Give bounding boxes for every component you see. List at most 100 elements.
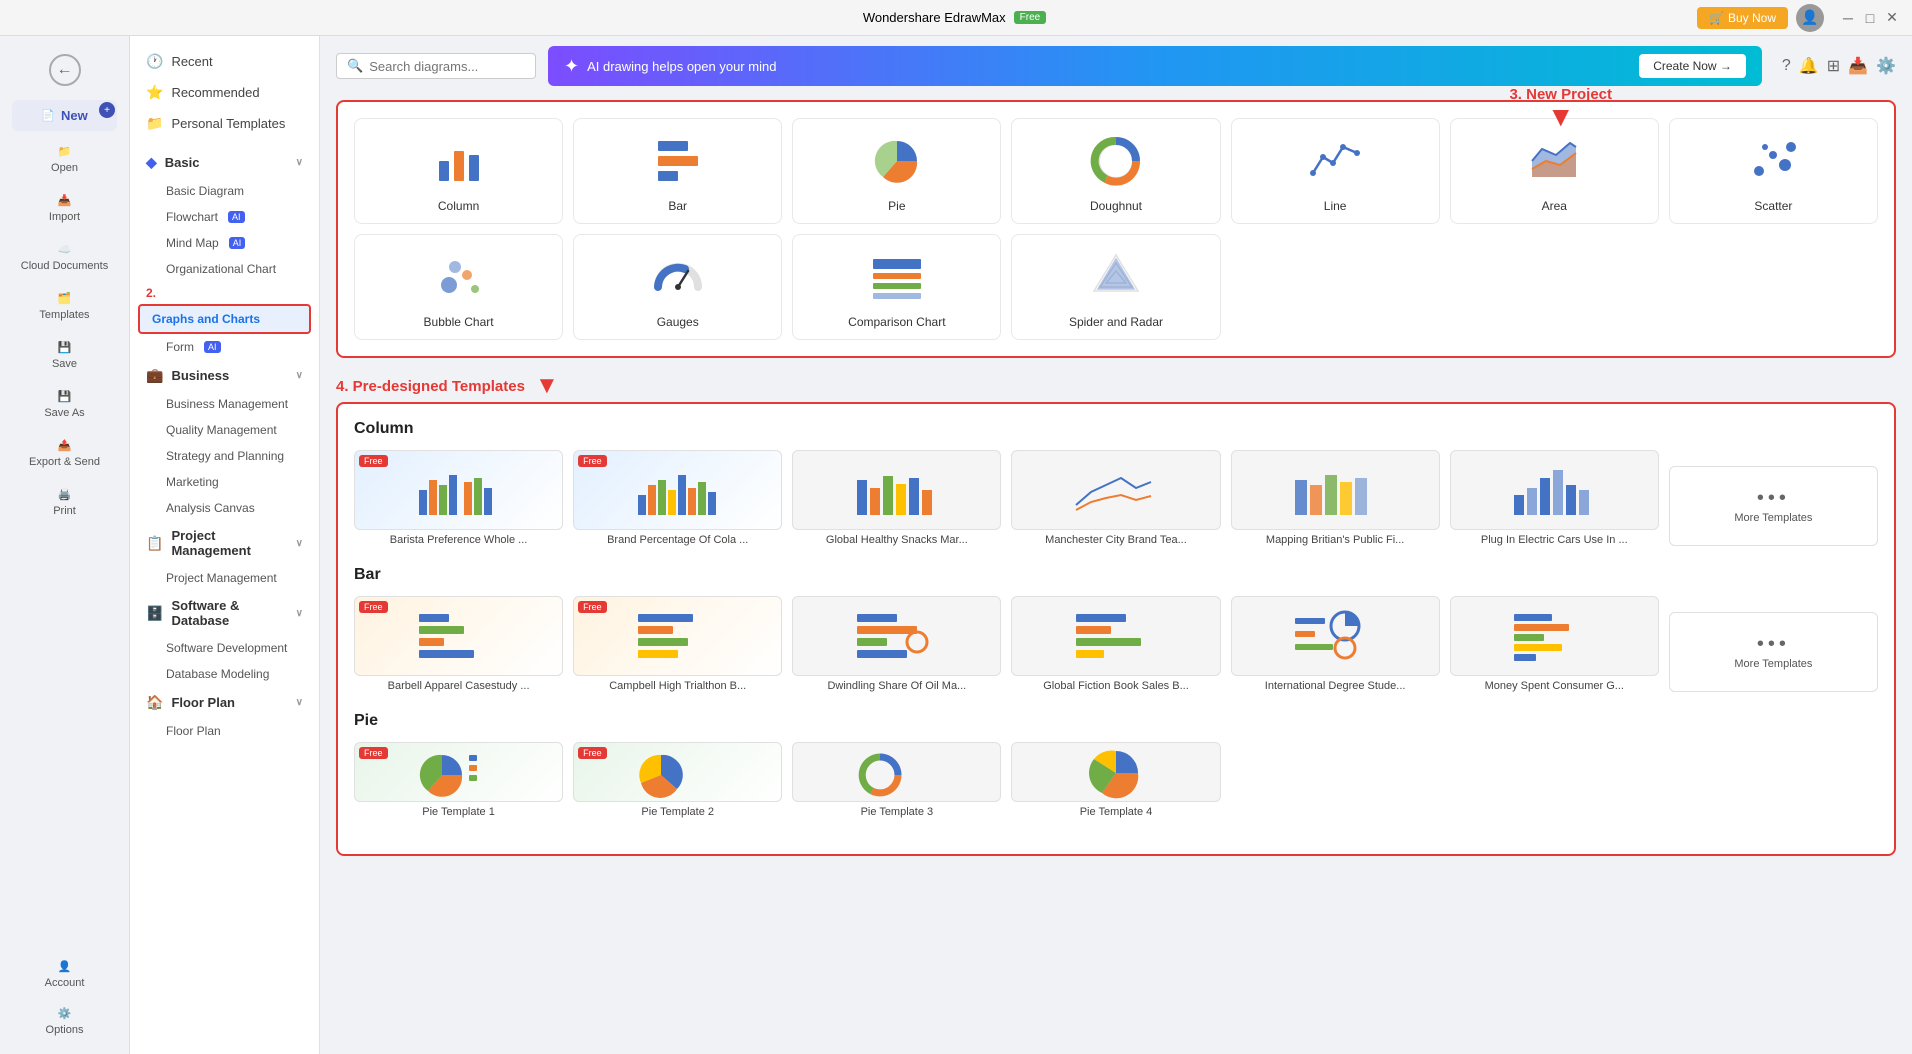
more-templates-bar[interactable]: ••• More Templates [1669, 612, 1878, 692]
new-icon: 📄 [41, 109, 55, 122]
chart-type-area[interactable]: Area [1450, 118, 1659, 224]
nav-sub-form[interactable]: Form AI [130, 334, 319, 360]
buy-now-button[interactable]: 🛒 Buy Now [1697, 7, 1788, 29]
sidebar-item-save[interactable]: 💾 Save [6, 333, 123, 378]
intl-degree-thumb [1231, 596, 1440, 676]
area-chart-icon [1526, 133, 1582, 189]
template-plugin-cars[interactable]: Plug In Electric Cars Use In ... [1450, 450, 1659, 546]
chart-type-pie[interactable]: Pie [792, 118, 1001, 224]
search-box[interactable]: 🔍 [336, 53, 536, 79]
template-barbell[interactable]: Free Barbell Apparel Casestudy ... [354, 596, 563, 692]
settings-icon[interactable]: ⚙️ [1876, 56, 1896, 76]
sidebar-item-export[interactable]: 📤 Export & Send [6, 431, 123, 476]
maximize-button[interactable]: □ [1862, 10, 1878, 26]
nav-sub-quality[interactable]: Quality Management [130, 417, 319, 443]
sidebar-item-save-as[interactable]: 💾 Save As [6, 382, 123, 427]
import-icon: 📥 [58, 194, 72, 207]
template-mapping-britain[interactable]: Mapping Britian's Public Fi... [1231, 450, 1440, 546]
brand-cola-free-badge: Free [578, 455, 607, 467]
search-area: 🔍 ✦ AI drawing helps open your mind Crea… [320, 36, 1912, 96]
dwindling-chart-preview [852, 606, 942, 666]
chart-type-column[interactable]: Column [354, 118, 563, 224]
new-project-section: Column Bar [336, 100, 1896, 358]
download-icon[interactable]: 📥 [1848, 56, 1868, 76]
search-input[interactable] [369, 59, 525, 74]
help-icon[interactable]: ? [1782, 57, 1791, 75]
barista-label: Barista Preference Whole ... [354, 534, 563, 546]
share-icon[interactable]: ⊞ [1827, 56, 1840, 76]
nav-sub-mindmap[interactable]: Mind Map AI [130, 230, 319, 256]
step3-arrow: 3. New Project ▼ [1509, 86, 1612, 131]
nav-sub-proj-mgmt[interactable]: Project Management [130, 565, 319, 591]
chart-type-scatter[interactable]: Scatter [1669, 118, 1878, 224]
back-icon: ← [49, 54, 81, 86]
nav-item-personal[interactable]: 📁 Personal Templates [130, 108, 319, 139]
close-button[interactable]: ✕ [1884, 10, 1900, 26]
nav-sub-graphs-charts[interactable]: Graphs and Charts [138, 304, 311, 334]
sidebar-item-account[interactable]: 👤 Account [6, 952, 123, 997]
nav-section-floor[interactable]: 🏠 Floor Plan ∨ [130, 687, 319, 718]
bell-icon[interactable]: 🔔 [1799, 56, 1819, 76]
sidebar-item-cloud[interactable]: ☁️ Cloud Documents [6, 235, 123, 280]
sidebar-item-print[interactable]: 🖨️ Print [6, 480, 123, 525]
chart-type-doughnut[interactable]: Doughnut [1011, 118, 1220, 224]
nav-sub-floor-plan[interactable]: Floor Plan [130, 718, 319, 744]
plugin-cars-thumb [1450, 450, 1659, 530]
titlebar-right: 🛒 Buy Now 👤 ─ □ ✕ [1697, 4, 1900, 32]
nav-sub-basic-diagram[interactable]: Basic Diagram [130, 178, 319, 204]
bar-icon-wrap [646, 129, 710, 193]
chart-type-gauges[interactable]: Gauges [573, 234, 782, 340]
doughnut-label: Doughnut [1090, 199, 1142, 213]
nav-item-recommended[interactable]: ⭐ Recommended [130, 77, 319, 108]
nav-sub-sw-dev[interactable]: Software Development [130, 635, 319, 661]
user-avatar[interactable]: 👤 [1796, 4, 1824, 32]
template-pie4[interactable]: Pie Template 4 [1011, 742, 1220, 818]
chart-type-line[interactable]: Line [1231, 118, 1440, 224]
nav-sub-db-model[interactable]: Database Modeling [130, 661, 319, 687]
nav-sub-marketing[interactable]: Marketing [130, 469, 319, 495]
template-manchester[interactable]: Manchester City Brand Tea... [1011, 450, 1220, 546]
nav-sub-analysis[interactable]: Analysis Canvas [130, 495, 319, 521]
nav-sub-biz-mgmt[interactable]: Business Management [130, 391, 319, 417]
global-fiction-chart-preview [1071, 606, 1161, 666]
nav-section-project[interactable]: 📋 Project Management ∨ [130, 521, 319, 565]
nav-section-software[interactable]: 🗄️ Software & Database ∨ [130, 591, 319, 635]
nav-item-recent[interactable]: 🕐 Recent [130, 46, 319, 77]
chart-type-bubble[interactable]: Bubble Chart [354, 234, 563, 340]
template-pie3[interactable]: Pie Template 3 [792, 742, 1001, 818]
chart-type-spider[interactable]: Spider and Radar [1011, 234, 1220, 340]
sidebar-item-open[interactable]: 📁 Open [6, 137, 123, 182]
chart-type-bar[interactable]: Bar [573, 118, 782, 224]
nav-sub-org-chart[interactable]: Organizational Chart [130, 256, 319, 282]
sidebar-item-templates[interactable]: 🗂️ Templates [6, 284, 123, 329]
sidebar-item-back[interactable]: ← [6, 46, 123, 94]
more-templates-column-btn[interactable]: ••• More Templates [1669, 466, 1878, 546]
template-campbell[interactable]: Free Campbell High Trialthon B... [573, 596, 782, 692]
open-icon: 📁 [58, 145, 72, 158]
template-pie1[interactable]: Free Pie Template 1 [354, 742, 563, 818]
nav-sub-strategy[interactable]: Strategy and Planning [130, 443, 319, 469]
template-money-spent[interactable]: Money Spent Consumer G... [1450, 596, 1659, 692]
minimize-button[interactable]: ─ [1840, 10, 1856, 26]
export-icon: 📤 [58, 439, 72, 452]
create-now-button[interactable]: Create Now → [1639, 54, 1746, 78]
sidebar-item-import[interactable]: 📥 Import [6, 186, 123, 231]
nav-section-basic[interactable]: ◆ Basic ∨ [130, 147, 319, 178]
template-dwindling[interactable]: Dwindling Share Of Oil Ma... [792, 596, 1001, 692]
ai-banner-text: ✦ AI drawing helps open your mind [564, 56, 776, 77]
chart-type-comparison[interactable]: Comparison Chart [792, 234, 1001, 340]
template-pie2[interactable]: Free Pie Template 2 [573, 742, 782, 818]
template-global-snacks[interactable]: Global Healthy Snacks Mar... [792, 450, 1001, 546]
template-brand-cola[interactable]: Free Bran [573, 450, 782, 546]
template-intl-degree[interactable]: International Degree Stude... [1231, 596, 1440, 692]
bar-chart-icon [650, 133, 706, 189]
more-templates-bar-btn[interactable]: ••• More Templates [1669, 612, 1878, 692]
template-barista[interactable]: Free Barista Preference Wh [354, 450, 563, 546]
nav-section-business[interactable]: 💼 Business ∨ [130, 360, 319, 391]
sidebar-item-options[interactable]: ⚙️ Options [6, 999, 123, 1044]
bar-category: Bar Free Barbell Ap [354, 566, 1878, 692]
sidebar-item-new[interactable]: 📄 New + [12, 100, 117, 131]
template-global-fiction[interactable]: Global Fiction Book Sales B... [1011, 596, 1220, 692]
more-templates-column[interactable]: ••• More Templates [1669, 466, 1878, 546]
nav-sub-flowchart[interactable]: Flowchart AI [130, 204, 319, 230]
